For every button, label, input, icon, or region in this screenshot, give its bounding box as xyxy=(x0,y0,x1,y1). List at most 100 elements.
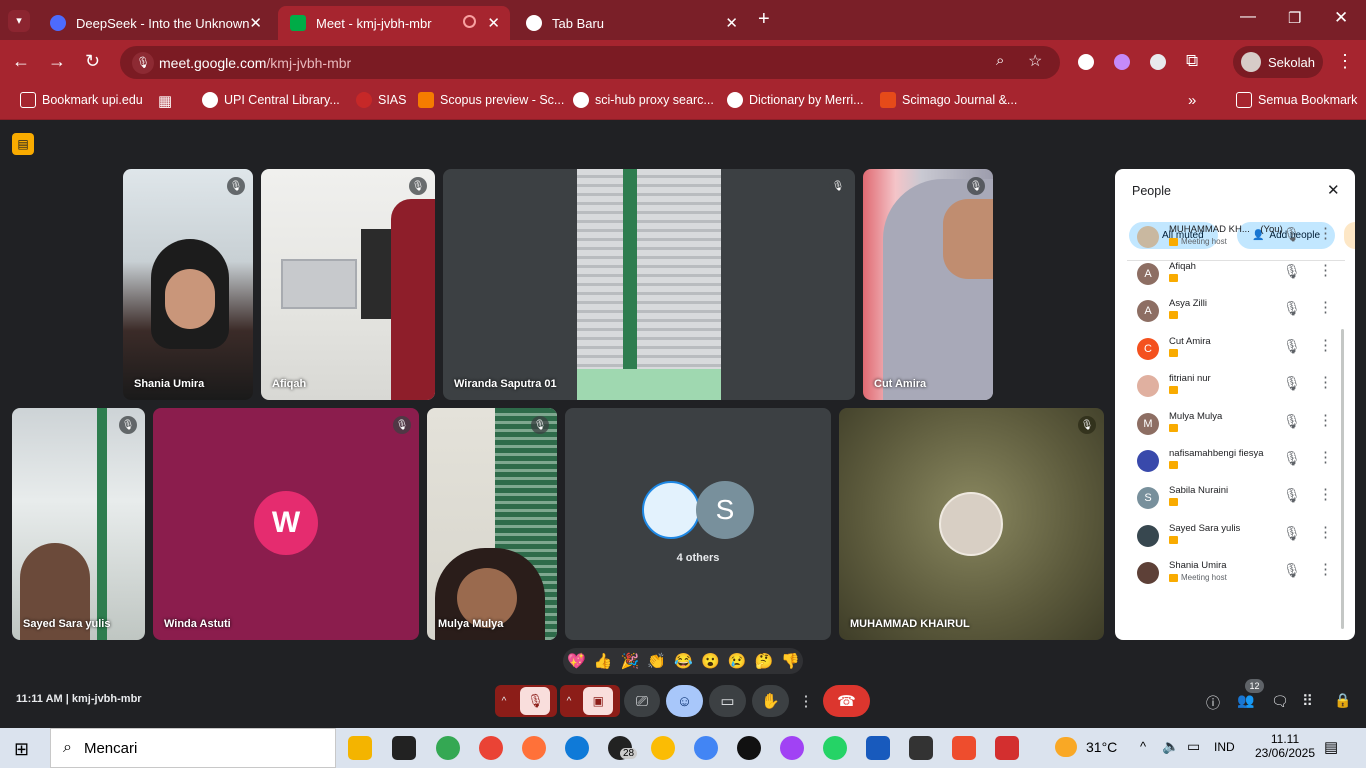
shopee-icon[interactable] xyxy=(952,736,976,760)
more-chip[interactable] xyxy=(1344,222,1355,249)
edge-icon[interactable] xyxy=(565,736,589,760)
reaction-emoji[interactable]: 🎉 xyxy=(621,652,640,670)
chatgpt-icon[interactable] xyxy=(737,736,761,760)
chrome-icon[interactable] xyxy=(436,736,460,760)
more-vertical-icon[interactable]: ⋮ xyxy=(1318,523,1333,541)
mic-off-icon[interactable]: 🎙 xyxy=(1283,338,1301,355)
video-tile[interactable]: 🎙 Sayed Sara yulis xyxy=(12,408,145,640)
close-window-icon[interactable]: ✕ xyxy=(1334,8,1348,28)
mic-toggle[interactable]: ^ 🎙 xyxy=(495,685,557,717)
bookmark-item[interactable]: UPI Central Library... xyxy=(202,92,340,108)
bookmark-item[interactable]: Scimago Journal &... xyxy=(880,92,1017,108)
reaction-emoji[interactable]: 👎 xyxy=(781,652,800,670)
tray-chevron-icon[interactable]: ^ xyxy=(1140,739,1146,754)
new-tab-icon[interactable]: + xyxy=(758,8,770,31)
close-tab-icon[interactable]: ✕ xyxy=(249,14,262,32)
mic-off-icon[interactable]: 🎙 xyxy=(1283,263,1301,280)
notes-icon[interactable]: ▤ xyxy=(12,133,34,155)
chrome-profile-icon[interactable] xyxy=(780,736,804,760)
more-vertical-icon[interactable]: ⋮ xyxy=(1318,336,1333,354)
chevron-up-icon[interactable]: ^ xyxy=(567,696,572,707)
brain-extension-icon[interactable] xyxy=(1114,54,1130,70)
more-vertical-icon[interactable]: ⋮ xyxy=(1318,485,1333,503)
bookmark-item[interactable]: SIAS xyxy=(356,92,407,108)
participant-row[interactable]: Sayed Sara yulis 🎙 ⋮ xyxy=(1115,519,1345,556)
reaction-emoji[interactable]: 😢 xyxy=(728,652,747,670)
video-tile[interactable]: 🎙 Cut Amira xyxy=(863,169,993,400)
mic-off-icon[interactable]: 🎙 xyxy=(1283,226,1301,243)
present-button[interactable]: ⎚ xyxy=(624,685,660,717)
zoom-icon[interactable]: ⌕ xyxy=(996,52,1004,69)
raise-hand-button[interactable]: ✋ xyxy=(752,685,789,717)
reaction-emoji[interactable]: 💖 xyxy=(567,652,586,670)
participant-row[interactable]: S Sabila Nuraini 🎙 ⋮ xyxy=(1115,481,1345,518)
weather-icon[interactable] xyxy=(1055,737,1077,757)
windows-start-icon[interactable]: ⊞ xyxy=(14,739,29,760)
chat-icon[interactable]: 🗨 xyxy=(1271,693,1289,710)
sticky-notes-icon[interactable] xyxy=(392,736,416,760)
participant-row[interactable]: M Mulya Mulya 🎙 ⋮ xyxy=(1115,407,1345,444)
tab-deepseek[interactable]: DeepSeek - Into the Unknown ✕ xyxy=(38,6,272,40)
reaction-emoji[interactable]: 😮 xyxy=(701,652,720,670)
chevron-up-icon[interactable]: ^ xyxy=(502,696,507,707)
notifications-icon[interactable]: ▤ xyxy=(1324,738,1338,756)
tab-meet[interactable]: Meet - kmj-jvbh-mbr ✕ xyxy=(278,6,510,40)
bookmark-star-icon[interactable]: ☆ xyxy=(1028,51,1042,71)
reaction-emoji[interactable]: 🤔 xyxy=(755,652,774,670)
reactions-button[interactable]: ☺ xyxy=(666,685,703,717)
profile-button[interactable]: Sekolah xyxy=(1233,46,1323,78)
more-vertical-icon[interactable]: ⋮ xyxy=(1318,261,1333,279)
activities-icon[interactable]: ⠿ xyxy=(1302,692,1313,710)
close-panel-icon[interactable]: ✕ xyxy=(1327,181,1340,199)
close-tab-icon[interactable]: ✕ xyxy=(725,14,738,32)
whatsapp-icon[interactable] xyxy=(823,736,847,760)
info-icon[interactable]: ⓘ xyxy=(1206,693,1220,713)
participant-row[interactable]: C Cut Amira 🎙 ⋮ xyxy=(1115,332,1345,369)
participant-row[interactable]: nafisamahbengi fiesya 🎙 ⋮ xyxy=(1115,444,1345,481)
more-options-button[interactable]: ⋮ xyxy=(795,685,817,717)
extensions-puzzle-icon[interactable]: ⧉ xyxy=(1186,51,1198,71)
tab-search-icon[interactable]: ▾ xyxy=(8,10,30,32)
back-icon[interactable]: ← xyxy=(12,51,30,72)
all-bookmarks[interactable]: Semua Bookmark xyxy=(1236,92,1357,108)
apps-grid-icon[interactable]: ▦ xyxy=(158,92,172,110)
video-tile[interactable]: 🎙 Shania Umira xyxy=(123,169,253,400)
reaction-emoji[interactable]: 👏 xyxy=(647,652,666,670)
mic-off-icon[interactable]: 🎙 xyxy=(1283,300,1301,317)
restore-icon[interactable]: ❐ xyxy=(1288,9,1301,27)
more-vertical-icon[interactable]: ⋮ xyxy=(1318,224,1333,242)
bookmark-item[interactable]: sci-hub proxy searc... xyxy=(573,92,714,108)
tab-new[interactable]: Tab Baru ✕ xyxy=(514,6,748,40)
participant-row[interactable]: Shania Umira Meeting host 🎙 ⋮ xyxy=(1115,556,1345,593)
video-tile[interactable]: 🎙 Wiranda Saputra 01 xyxy=(443,169,855,400)
clock[interactable]: 11.11 23/06/2025 xyxy=(1250,732,1320,760)
people-icon[interactable]: 👥 xyxy=(1237,692,1254,709)
camera-toggle[interactable]: ^ ▣ xyxy=(560,685,620,717)
bookmark-item[interactable]: Dictionary by Merri... xyxy=(727,92,864,108)
more-vertical-icon[interactable]: ⋮ xyxy=(1318,560,1333,578)
more-vertical-icon[interactable]: ⋮ xyxy=(1318,373,1333,391)
bookmark-item[interactable]: Scopus preview - Sc... xyxy=(418,92,564,108)
captions-button[interactable]: ▭ xyxy=(709,685,746,717)
mic-off-icon[interactable]: 🎙 xyxy=(520,687,551,715)
host-controls-icon[interactable]: 🔒 xyxy=(1334,692,1351,709)
participant-row[interactable]: fitriani nur 🎙 ⋮ xyxy=(1115,369,1345,406)
mic-off-icon[interactable]: 🎙 xyxy=(1283,375,1301,392)
extension-icon[interactable] xyxy=(1078,54,1094,70)
participant-row[interactable]: A Afiqah 🎙 ⋮ xyxy=(1115,257,1345,294)
chrome-active-icon[interactable] xyxy=(479,736,503,760)
ghost-extension-icon[interactable] xyxy=(1150,54,1166,70)
video-tile[interactable]: 🎙 MUHAMMAD KHAIRUL xyxy=(839,408,1104,640)
file-explorer-icon[interactable] xyxy=(348,736,372,760)
more-vertical-icon[interactable]: ⋮ xyxy=(1318,448,1333,466)
bookmark-item[interactable]: Bookmark upi.edu xyxy=(20,92,143,108)
leave-call-button[interactable]: ☎ xyxy=(823,685,870,717)
participant-row[interactable]: A Asya Zilli 🎙 ⋮ xyxy=(1115,294,1345,331)
camera-off-icon[interactable]: ▣ xyxy=(583,687,614,715)
volume-icon[interactable]: 🔈 xyxy=(1162,738,1179,755)
mic-off-icon[interactable]: 🎙 xyxy=(1283,525,1301,542)
chrome-profile-icon[interactable] xyxy=(651,736,675,760)
address-bar[interactable]: 🎙 meet.google.com/kmj-jvbh-mbr ⌕ ☆ xyxy=(120,46,1060,79)
mic-off-icon[interactable]: 🎙 xyxy=(1283,450,1301,467)
mic-site-icon[interactable]: 🎙 xyxy=(132,51,154,74)
